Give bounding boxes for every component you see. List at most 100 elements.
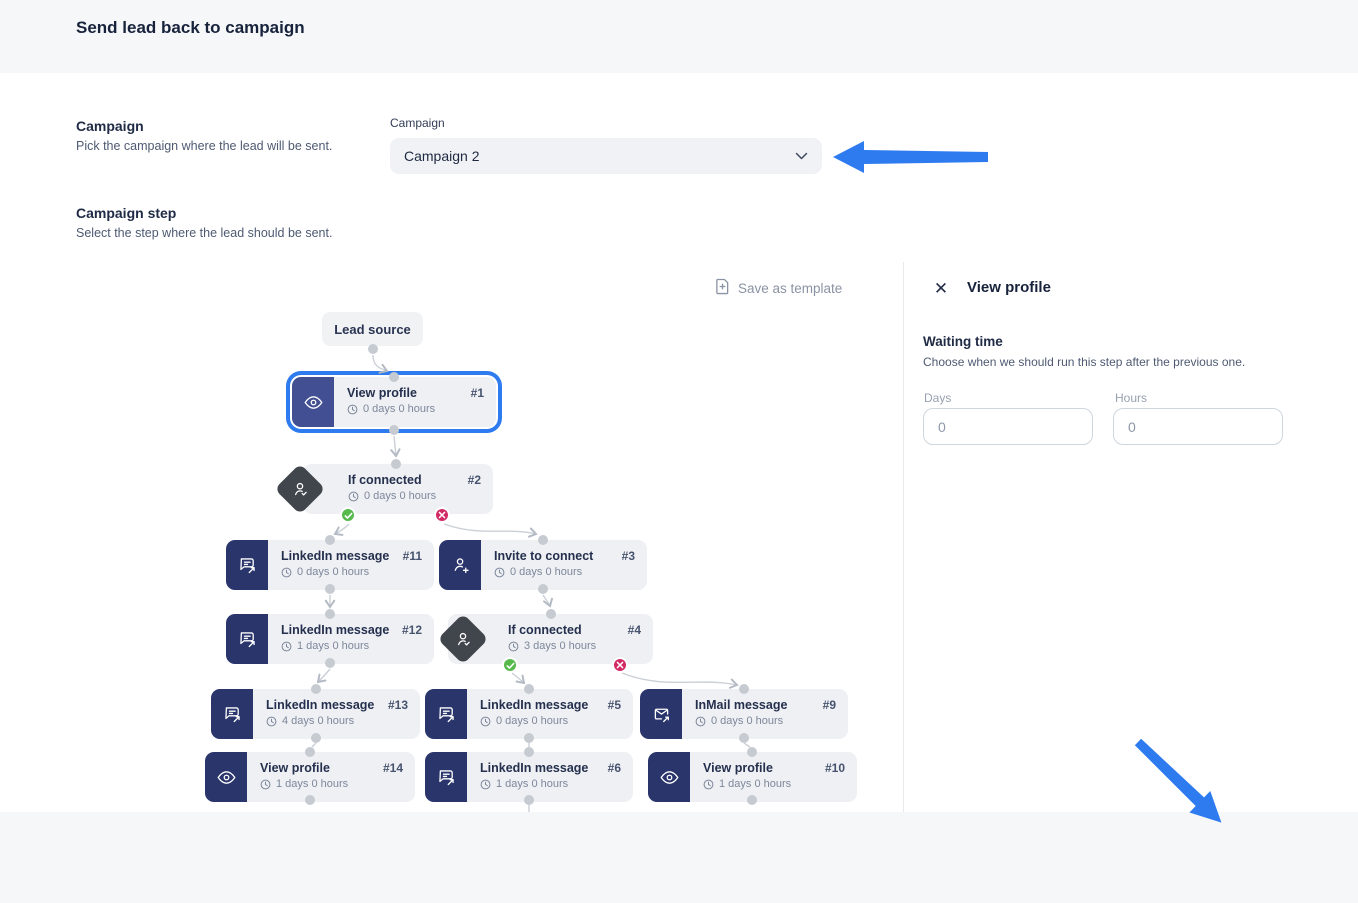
person-check-icon <box>290 479 311 500</box>
chat-send-icon <box>436 767 457 788</box>
step-number: #11 <box>403 549 422 563</box>
waiting-time-description: Choose when we should run this step afte… <box>923 355 1245 369</box>
flow-step-node[interactable]: LinkedIn message #13 4 days 0 hours <box>211 689 420 739</box>
step-title: LinkedIn message <box>480 698 588 712</box>
arrow-to-campaign-select <box>833 141 988 173</box>
step-number: #1 <box>471 386 484 400</box>
branch-no-icon <box>434 507 450 523</box>
condition-diamond-icon <box>275 464 326 515</box>
save-as-template-label: Save as template <box>738 281 842 296</box>
step-title: If connected <box>348 473 422 487</box>
flow-step-node[interactable]: If connected #2 0 days 0 hours <box>303 464 493 514</box>
lead-source-node: Lead source <box>322 312 423 346</box>
step-body: LinkedIn message #11 0 days 0 hours <box>268 540 434 590</box>
flow-step-node[interactable]: Invite to connect #3 0 days 0 hours <box>439 540 647 590</box>
mail-send-icon <box>651 704 672 725</box>
step-title: LinkedIn message <box>480 761 588 775</box>
step-body: If connected #2 0 days 0 hours <box>335 464 493 514</box>
person-check-icon <box>453 629 474 650</box>
campaign-section-label: Campaign <box>76 118 144 134</box>
campaign-select-value: Campaign 2 <box>404 148 795 164</box>
flow-step-node[interactable]: LinkedIn message #5 0 days 0 hours <box>425 689 633 739</box>
step-icon <box>425 752 467 802</box>
step-body: View profile #10 1 days 0 hours <box>690 752 857 802</box>
step-body: InMail message #9 0 days 0 hours <box>682 689 848 739</box>
days-label: Days <box>924 391 951 405</box>
flow-step-node[interactable]: View profile #10 1 days 0 hours <box>648 752 857 802</box>
chat-send-icon <box>222 704 243 725</box>
step-delay: 4 days 0 hours <box>266 715 408 727</box>
step-icon <box>648 752 690 802</box>
flow-step-node[interactable]: LinkedIn message #12 1 days 0 hours <box>226 614 434 664</box>
campaign-select[interactable]: Campaign 2 <box>390 138 822 174</box>
step-number: #4 <box>628 623 641 637</box>
step-body: If connected #4 3 days 0 hours <box>495 614 653 664</box>
step-delay: 0 days 0 hours <box>348 490 481 502</box>
clock-icon <box>695 716 706 727</box>
campaign-step-section-label: Campaign step <box>76 205 176 221</box>
step-body: View profile #14 1 days 0 hours <box>247 752 415 802</box>
chat-send-icon <box>237 555 258 576</box>
clock-icon <box>494 567 505 578</box>
step-number: #13 <box>388 698 408 712</box>
modal-title: Send lead back to campaign <box>76 18 305 38</box>
flow-step-node[interactable]: LinkedIn message #11 0 days 0 hours <box>226 540 434 590</box>
step-icon <box>211 689 253 739</box>
step-delay: 0 days 0 hours <box>480 715 621 727</box>
hours-label: Hours <box>1115 391 1147 405</box>
step-body: View profile #1 0 days 0 hours <box>334 377 496 427</box>
step-number: #10 <box>825 761 845 775</box>
step-title: InMail message <box>695 698 787 712</box>
flow-step-node[interactable]: View profile #1 0 days 0 hours <box>292 377 496 427</box>
step-delay: 1 days 0 hours <box>281 640 422 652</box>
eye-icon <box>303 392 324 413</box>
step-delay: 1 days 0 hours <box>260 778 403 790</box>
chat-send-icon <box>237 629 258 650</box>
person-plus-icon <box>450 555 471 576</box>
step-body: Invite to connect #3 0 days 0 hours <box>481 540 647 590</box>
clock-icon <box>266 716 277 727</box>
step-title: View profile <box>260 761 330 775</box>
condition-diamond-icon <box>438 614 489 665</box>
step-body: LinkedIn message #5 0 days 0 hours <box>467 689 633 739</box>
step-icon <box>640 689 682 739</box>
chevron-down-icon <box>795 147 808 165</box>
step-icon <box>226 614 268 664</box>
step-number: #14 <box>383 761 403 775</box>
step-delay: 0 days 0 hours <box>494 566 635 578</box>
file-plus-icon <box>715 278 730 298</box>
waiting-time-title: Waiting time <box>923 334 1003 349</box>
modal-footer: Cancel Send <box>0 812 1358 903</box>
step-body: LinkedIn message #13 4 days 0 hours <box>253 689 420 739</box>
step-icon <box>205 752 247 802</box>
step-number: #9 <box>823 698 836 712</box>
step-title: View profile <box>703 761 773 775</box>
flow-step-node[interactable]: InMail message #9 0 days 0 hours <box>640 689 848 739</box>
clock-icon <box>347 404 358 415</box>
clock-icon <box>508 641 519 652</box>
panel-divider <box>903 262 904 812</box>
step-number: #12 <box>402 623 422 637</box>
step-number: #2 <box>468 473 481 487</box>
clock-icon <box>703 779 714 790</box>
step-delay: 0 days 0 hours <box>347 403 484 415</box>
flow-step-node[interactable]: LinkedIn message #6 1 days 0 hours <box>425 752 633 802</box>
step-number: #5 <box>608 698 621 712</box>
clock-icon <box>260 779 271 790</box>
close-icon[interactable]: ✕ <box>931 279 951 299</box>
hours-input[interactable] <box>1113 408 1283 445</box>
step-icon <box>226 540 268 590</box>
clock-icon <box>281 567 292 578</box>
clock-icon <box>480 716 491 727</box>
step-title: LinkedIn message <box>266 698 374 712</box>
save-as-template-button[interactable]: Save as template <box>715 278 842 298</box>
clock-icon <box>480 779 491 790</box>
panel-title: View profile <box>967 279 1051 296</box>
eye-icon <box>216 767 237 788</box>
step-icon <box>439 540 481 590</box>
campaign-section-description: Pick the campaign where the lead will be… <box>76 139 332 153</box>
step-icon <box>292 377 334 427</box>
step-delay: 0 days 0 hours <box>695 715 836 727</box>
flow-step-node[interactable]: View profile #14 1 days 0 hours <box>205 752 415 802</box>
days-input[interactable] <box>923 408 1093 445</box>
